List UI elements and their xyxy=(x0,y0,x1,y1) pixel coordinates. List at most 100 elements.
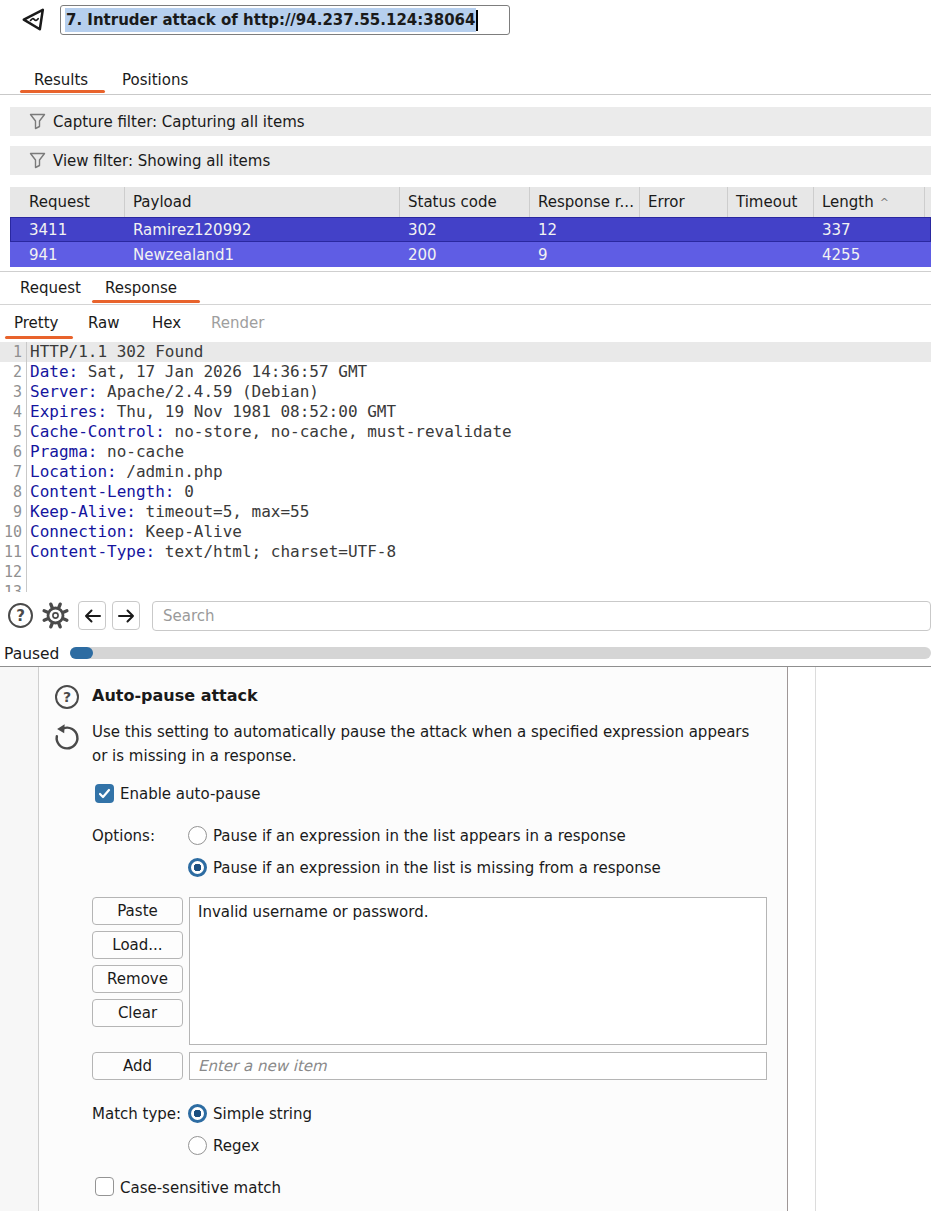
help-icon[interactable]: ? xyxy=(55,685,79,709)
response-line: 8Content-Length: 0 xyxy=(0,482,931,502)
response-line: 9Keep-Alive: timeout=5, max=55 xyxy=(0,502,931,522)
cell xyxy=(640,217,728,242)
search-input[interactable] xyxy=(152,601,931,631)
radio-pause-missing-label: Pause if an expression in the list is mi… xyxy=(213,859,661,877)
separator xyxy=(0,304,931,305)
table-header-row: RequestPayloadStatus codeResponse r...Er… xyxy=(10,187,931,217)
attack-title-input[interactable]: 7. Intruder attack of http://94.237.55.1… xyxy=(60,5,510,35)
radio-pause-missing[interactable] xyxy=(188,858,207,877)
response-line: 5Cache-Control: no-store, no-cache, must… xyxy=(0,422,931,442)
settings-gutter xyxy=(0,667,38,1211)
case-sensitive-checkbox[interactable] xyxy=(95,1177,114,1196)
cell xyxy=(728,217,814,242)
radio-regex-label: Regex xyxy=(213,1137,259,1155)
tab-pretty[interactable]: Pretty xyxy=(14,314,59,332)
reset-icon[interactable] xyxy=(51,722,83,754)
response-line: 12 xyxy=(0,562,931,582)
cell: 3411 xyxy=(10,217,125,242)
expression-list[interactable]: Invalid username or password. xyxy=(189,897,767,1045)
separator xyxy=(815,667,816,1211)
column-header-error[interactable]: Error xyxy=(640,187,728,217)
attack-progress-fill xyxy=(70,647,93,659)
column-header-request[interactable]: Request xyxy=(10,187,125,217)
tab-hex[interactable]: Hex xyxy=(152,314,181,332)
response-line: 6Pragma: no-cache xyxy=(0,442,931,462)
cell: 302 xyxy=(400,217,530,242)
response-editor[interactable]: 1HTTP/1.1 302 Found2Date: Sat, 17 Jan 20… xyxy=(0,342,931,592)
check-icon xyxy=(98,787,111,800)
column-header-status-code[interactable]: Status code xyxy=(400,187,530,217)
radio-pause-appears-label: Pause if an expression in the list appea… xyxy=(213,827,626,845)
help-icon[interactable]: ? xyxy=(8,603,33,628)
response-line: 4Expires: Thu, 19 Nov 1981 08:52:00 GMT xyxy=(0,402,931,422)
radio-regex[interactable] xyxy=(188,1136,207,1155)
tab-positions[interactable]: Positions xyxy=(122,71,188,89)
options-label: Options: xyxy=(92,827,155,845)
radio-simple-string-label: Simple string xyxy=(213,1105,312,1123)
column-header-response-r-[interactable]: Response r... xyxy=(530,187,640,217)
attack-progress-bar xyxy=(70,647,931,659)
tab-render: Render xyxy=(211,314,264,332)
remove-button[interactable]: Remove xyxy=(92,965,183,993)
enable-autopause-label: Enable auto-pause xyxy=(120,785,261,803)
response-line: 1HTTP/1.1 302 Found xyxy=(0,342,931,362)
capture-filter-bar[interactable]: Capture filter: Capturing all items xyxy=(10,107,931,136)
settings-gear-icon[interactable] xyxy=(41,601,70,630)
paused-label: Paused xyxy=(4,645,59,663)
separator xyxy=(0,94,931,95)
cell: 4255 xyxy=(814,242,925,267)
sort-ascending-icon: ^ xyxy=(880,196,889,209)
active-tab-underline xyxy=(20,90,105,93)
result-row[interactable]: 941Newzealand12009 4255 xyxy=(10,242,931,267)
add-button[interactable]: Add xyxy=(92,1052,183,1080)
tab-response[interactable]: Response xyxy=(105,279,177,297)
radio-simple-string[interactable] xyxy=(188,1104,207,1123)
funnel-icon xyxy=(29,113,46,130)
attack-title-text: 7. Intruder attack of http://94.237.55.1… xyxy=(65,8,476,32)
active-tab-underline xyxy=(92,300,200,303)
response-line: 11Content-Type: text/html; charset=UTF-8 xyxy=(0,542,931,562)
case-sensitive-label: Case-sensitive match xyxy=(120,1179,281,1197)
cell: Ramirez120992 xyxy=(125,217,400,242)
response-line: 10Connection: Keep-Alive xyxy=(0,522,931,542)
expression-list-item[interactable]: Invalid username or password. xyxy=(198,903,758,921)
cell: 337 xyxy=(814,217,925,242)
paste-button[interactable]: Paste xyxy=(92,897,183,925)
response-line: 7Location: /admin.php xyxy=(0,462,931,482)
response-line: 13 xyxy=(0,582,931,592)
result-row[interactable]: 3411Ramirez12099230212 337 xyxy=(10,217,931,242)
column-header-payload[interactable]: Payload xyxy=(125,187,400,217)
left-arrow-icon xyxy=(83,608,102,624)
results-table: RequestPayloadStatus codeResponse r...Er… xyxy=(10,187,931,267)
view-filter-label: View filter: Showing all items xyxy=(53,152,270,170)
cell: 12 xyxy=(530,217,640,242)
cell: 200 xyxy=(400,242,530,267)
cell: 9 xyxy=(530,242,640,267)
text-caret xyxy=(476,10,478,31)
column-header-timeout[interactable]: Timeout xyxy=(728,187,814,217)
cell xyxy=(728,242,814,267)
radio-pause-appears[interactable] xyxy=(188,826,207,845)
view-filter-bar[interactable]: View filter: Showing all items xyxy=(10,146,931,175)
cell: 941 xyxy=(10,242,125,267)
back-button[interactable] xyxy=(78,601,106,630)
clear-button[interactable]: Clear xyxy=(92,999,183,1027)
capture-filter-label: Capture filter: Capturing all items xyxy=(53,113,305,131)
column-header-length[interactable]: Length^ xyxy=(814,187,925,217)
new-item-input[interactable] xyxy=(189,1052,767,1080)
match-type-label: Match type: xyxy=(92,1105,181,1123)
cell: Newzealand1 xyxy=(125,242,400,267)
response-line: 2Date: Sat, 17 Jan 2026 14:36:57 GMT xyxy=(0,362,931,382)
load-button[interactable]: Load... xyxy=(92,931,183,959)
enable-autopause-checkbox[interactable] xyxy=(95,784,114,803)
funnel-icon xyxy=(29,152,46,169)
tab-raw[interactable]: Raw xyxy=(88,314,120,332)
right-arrow-icon xyxy=(117,608,136,624)
forward-button[interactable] xyxy=(112,601,140,630)
tab-results[interactable]: Results xyxy=(34,71,88,89)
tab-request[interactable]: Request xyxy=(20,279,81,297)
active-tab-underline xyxy=(5,336,73,339)
separator xyxy=(0,271,931,272)
cell xyxy=(640,242,728,267)
autopause-description: Use this setting to automatically pause … xyxy=(92,721,752,768)
